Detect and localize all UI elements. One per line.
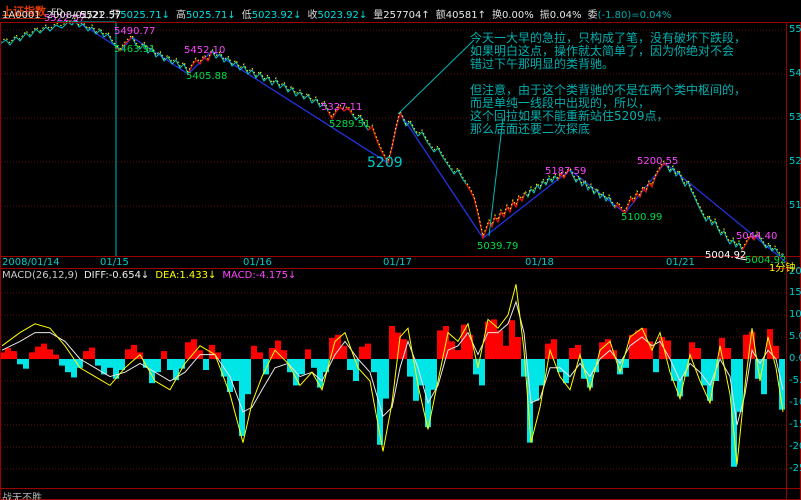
period-label[interactable]: 1分钟 [769, 259, 795, 274]
quote-bar: 1A00012008/01/21开5025.71↓高5025.71↓低5023.… [2, 10, 677, 21]
macd-pane[interactable] [0, 268, 786, 488]
date-axis-tick: 2008/01/14 [2, 258, 60, 268]
quote-field-value: 5025.71↓ [186, 10, 236, 21]
annotation-line: 那么后面还要二次探底 [470, 123, 746, 136]
date-axis-tick: 01/21 [666, 258, 695, 268]
quote-field-value: 5023.92↓ [318, 10, 368, 21]
instrument-code: 1A0001 [2, 10, 41, 21]
quote-field-label: 振 [540, 10, 550, 21]
frame-line [0, 268, 801, 269]
title-bar: 上证指数FD [2, 0, 63, 10]
frame-line [0, 22, 801, 23]
quote-fields: 开5025.71↓高5025.71↓低5023.92↓收5023.92↓量257… [110, 10, 677, 21]
status-bar: 战无不胜 [2, 489, 42, 500]
quote-field-value: (-1.80)=0.04% [598, 10, 672, 21]
quote-field: 量257704↑ [373, 10, 430, 21]
date-axis-tick: 01/18 [525, 258, 554, 268]
macd-header: MACD(26,12,9) DIFF:-0.654↓ DEA:1.433↓ MACD:… [2, 270, 296, 281]
quote-field: 振0.04% [540, 10, 582, 21]
quote-field: 开5025.71↓ [110, 10, 170, 21]
quote-field-value: 0.00% [502, 10, 534, 21]
quote-field-label: 量 [373, 10, 383, 21]
quote-field: 委(-1.80)=0.04% [588, 10, 672, 21]
quote-field-value: 0.04% [550, 10, 582, 21]
date-axis-tick: 01/15 [100, 258, 129, 268]
quote-field-value: 5025.71↓ [120, 10, 170, 21]
quote-field-value: 5023.92↓ [252, 10, 302, 21]
quote-date: 2008/01/21 [47, 10, 105, 21]
analysis-annotation: 今天一大早的急拉，只构成了笔，没有破坏下跌段，如果明白这点，操作就太简单了，因为… [470, 32, 746, 136]
quote-field-value: 257704↑ [383, 10, 430, 21]
quote-field-label: 低 [242, 10, 252, 21]
quote-field: 额40581↑ [436, 10, 486, 21]
annotation-line: 错过下午那明显的类背驰。 [470, 58, 746, 71]
macd-diff-value: DIFF:-0.654↓ [84, 270, 149, 281]
frame-line [0, 488, 801, 489]
macd-params: MACD(26,12,9) [2, 270, 78, 281]
date-axis-tick: 01/16 [243, 258, 272, 268]
frame-line [0, 22, 1, 500]
frame-line [0, 256, 801, 257]
quote-field-label: 高 [176, 10, 186, 21]
quote-field: 低5023.92↓ [242, 10, 302, 21]
macd-dea-value: DEA:1.433↓ [155, 270, 216, 281]
status-text: 战无不胜 [2, 493, 42, 500]
quote-field-label: 开 [110, 10, 120, 21]
date-axis-tick: 01/17 [383, 258, 412, 268]
quote-field-value: 40581↑ [446, 10, 486, 21]
trading-app-window: 上证指数FD 1A00012008/01/21开5025.71↓高5025.71… [0, 0, 801, 500]
marker-line [736, 258, 747, 260]
quote-field-label: 换 [492, 10, 502, 21]
quote-field-label: 收 [308, 10, 318, 21]
macd-macd-value: MACD:-4.175↓ [222, 270, 296, 281]
quote-field-label: 委 [588, 10, 598, 21]
quote-field-label: 额 [436, 10, 446, 21]
quote-field: 高5025.71↓ [176, 10, 236, 21]
quote-field: 收5023.92↓ [308, 10, 368, 21]
quote-field: 换0.00% [492, 10, 534, 21]
